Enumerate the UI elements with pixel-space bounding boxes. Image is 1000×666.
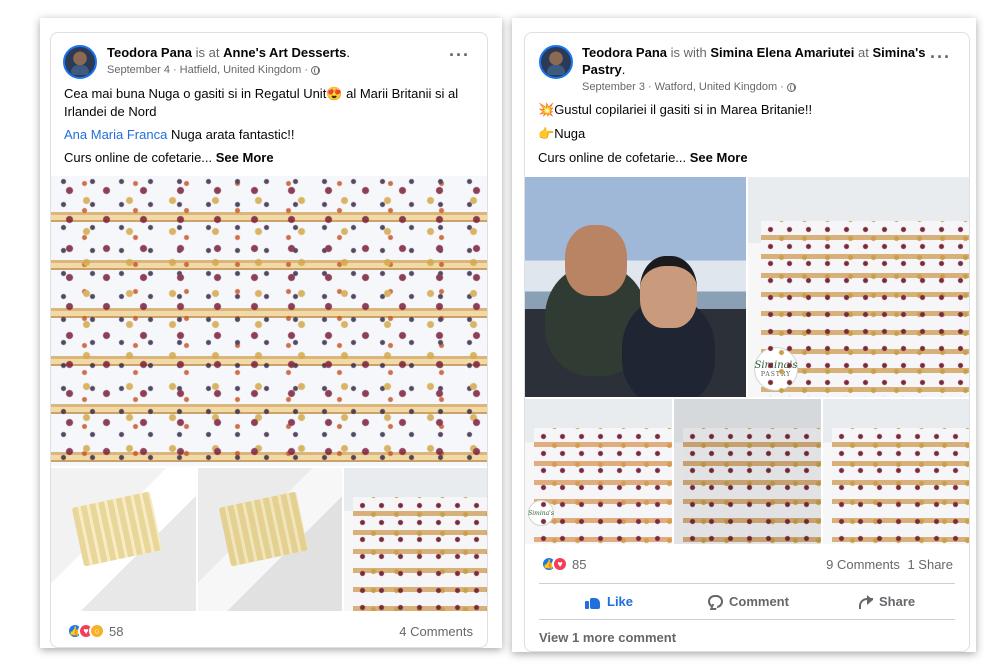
tagged-person[interactable]: Simina Elena Amariutei — [710, 45, 854, 60]
photo-nougat-stack[interactable]: Simina's PASTRY — [748, 177, 969, 397]
comment-count[interactable]: 4 Comments — [399, 624, 473, 639]
simina-logo: Simina's PASTRY — [754, 347, 798, 391]
heart-eyes-emoji: 😍 — [326, 86, 343, 101]
reaction-count: 85 — [572, 556, 587, 572]
post-location: Hatfield, United Kingdom — [179, 64, 302, 76]
share-count[interactable]: 1 Share — [907, 557, 953, 572]
post-meta: September 3 · Watford, United Kingdom · — [582, 81, 796, 93]
actions-divider-top — [539, 583, 955, 584]
more-options-icon[interactable]: ··· — [930, 47, 951, 68]
reaction-count: 58 — [109, 623, 124, 639]
post-header: Teodora Pana is at Anne's Art Desserts. — [107, 45, 350, 60]
comment-count[interactable]: 9 Comments — [826, 557, 900, 572]
view-more-comments-link[interactable]: View 1 more comment — [539, 630, 676, 645]
photo-nougat-box[interactable] — [51, 468, 196, 611]
photo-nougat-tower[interactable] — [823, 399, 969, 544]
pointing-emoji: 👉 — [538, 126, 555, 141]
place-name-line2: Pastry. — [582, 62, 626, 77]
love-reaction-icon: ♥ — [552, 556, 568, 572]
header-connector-at: at — [858, 45, 869, 60]
post-date[interactable]: September 4 — [107, 64, 170, 76]
place-name[interactable]: Anne's Art Desserts — [223, 45, 346, 60]
post-text-line1: 💥Gustul copilariei il gasiti si in Marea… — [538, 102, 813, 117]
author-name[interactable]: Teodora Pana — [107, 45, 192, 60]
share-button[interactable]: Share — [858, 594, 915, 609]
post-location: Watford, United Kingdom — [654, 81, 778, 93]
collision-emoji: 💥 — [538, 102, 555, 117]
photo-nougat-kitchen[interactable] — [674, 399, 821, 544]
globe-icon — [786, 82, 796, 92]
see-more-link[interactable]: See More — [216, 150, 274, 165]
post-text-course: Curs online de cofetarie... See More — [538, 150, 748, 165]
more-options-icon[interactable]: ··· — [449, 45, 470, 66]
like-button[interactable]: Like — [585, 594, 633, 609]
header-connector: is at — [195, 45, 220, 60]
post-meta: September 4 · Hatfield, United Kingdom · — [107, 64, 321, 76]
author-avatar[interactable] — [539, 45, 573, 79]
left-post: Teodora Pana is at Anne's Art Desserts. … — [50, 32, 488, 648]
post-text-mention: Ana Maria Franca Nuga arata fantastic!! — [64, 127, 295, 142]
reaction-summary[interactable]: 👍 ♥ 85 — [541, 556, 586, 572]
post-text-course: Curs online de cofetarie... See More — [64, 150, 274, 165]
share-stats: 9 Comments 1 Share — [826, 557, 953, 572]
reaction-summary[interactable]: 👍 ♥ ○ 58 — [67, 623, 123, 639]
globe-icon — [311, 65, 321, 75]
post-header: Teodora Pana is with Simina Elena Amariu… — [582, 44, 927, 61]
simina-logo-small: Simina's — [528, 500, 554, 526]
photo-nougat-stack[interactable] — [344, 468, 487, 611]
post-date[interactable]: September 3 — [582, 81, 645, 93]
header-connector: is with — [670, 45, 707, 60]
comment-icon — [708, 595, 723, 608]
comment-button[interactable]: Comment — [708, 594, 789, 609]
place-name[interactable]: Simina's — [873, 45, 926, 60]
right-post: Teodora Pana is with Simina Elena Amariu… — [524, 32, 970, 652]
post-text-line2: 👉Nuga — [538, 126, 586, 141]
mention-link[interactable]: Ana Maria Franca — [64, 127, 167, 142]
photo-nougat-side[interactable]: Simina's — [525, 399, 672, 544]
wow-reaction-icon: ○ — [89, 623, 105, 639]
photo-selfie[interactable] — [525, 177, 746, 397]
thumbs-up-icon — [585, 595, 601, 609]
author-avatar[interactable] — [63, 45, 97, 79]
post-text-line2: Irlandei de Nord — [64, 104, 157, 119]
actions-divider-bottom — [539, 619, 955, 620]
post-text-line1: Cea mai buna Nuga o gasiti si in Regatul… — [64, 86, 459, 101]
see-more-link[interactable]: See More — [690, 150, 748, 165]
photo-nougat-bars[interactable] — [51, 176, 487, 466]
share-icon — [858, 595, 873, 609]
author-name[interactable]: Teodora Pana — [582, 45, 667, 60]
photo-nougat-gift[interactable] — [198, 468, 342, 611]
